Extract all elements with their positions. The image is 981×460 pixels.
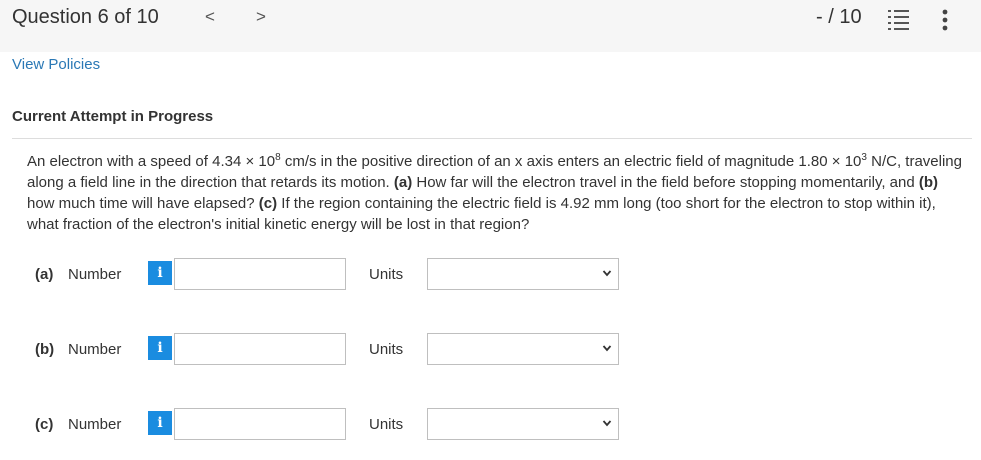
question-text-5: how much time will have elapsed?	[27, 195, 259, 212]
units-label: Units	[369, 416, 404, 433]
part-label: (b)	[35, 341, 55, 358]
divider	[12, 138, 972, 139]
question-counter: Question 6 of 10	[12, 6, 159, 28]
previous-question-button[interactable]: <	[205, 7, 215, 27]
units-label: Units	[369, 266, 404, 283]
units-select-a[interactable]	[427, 258, 619, 290]
units-select-c[interactable]	[427, 408, 619, 440]
list-icon[interactable]	[886, 6, 912, 32]
top-bar: Question 6 of 10 < > - / 10	[0, 0, 981, 38]
answer-row-a: (a) Number i Units	[0, 258, 981, 292]
score-display: - / 10	[816, 6, 862, 28]
part-label: (a)	[35, 266, 54, 283]
info-icon[interactable]: i	[148, 261, 172, 285]
units-select-b[interactable]	[427, 333, 619, 365]
question-text-1: An electron with a speed of 4.34 × 10	[27, 153, 276, 170]
view-policies-link[interactable]: View Policies	[12, 56, 100, 73]
question-text: An electron with a speed of 4.34 × 108 c…	[27, 151, 962, 235]
more-vertical-icon[interactable]	[938, 6, 952, 34]
answer-row-b: (b) Number i Units	[0, 333, 981, 367]
question-text-2: cm/s in the positive direction of an x a…	[280, 153, 862, 170]
policies-band	[0, 38, 981, 52]
attempt-status-heading: Current Attempt in Progress	[12, 108, 214, 125]
part-a-marker: (a)	[393, 174, 413, 191]
number-input-c[interactable]	[174, 408, 346, 440]
number-input-b[interactable]	[174, 333, 346, 365]
number-label: Number	[68, 416, 122, 433]
chevron-down-icon	[602, 270, 612, 277]
number-label: Number	[68, 341, 122, 358]
number-label: Number	[68, 266, 122, 283]
info-icon[interactable]: i	[148, 336, 172, 360]
part-label: (c)	[35, 416, 54, 433]
chevron-down-icon	[602, 420, 612, 427]
answer-row-c: (c) Number i Units	[0, 408, 981, 442]
units-label: Units	[369, 341, 404, 358]
part-c-marker: (c)	[258, 195, 278, 212]
number-input-a[interactable]	[174, 258, 346, 290]
question-text-4: How far will the electron travel in the …	[412, 174, 919, 191]
info-icon[interactable]: i	[148, 411, 172, 435]
next-question-button[interactable]: >	[256, 7, 266, 27]
part-b-marker: (b)	[918, 174, 939, 191]
chevron-down-icon	[602, 345, 612, 352]
